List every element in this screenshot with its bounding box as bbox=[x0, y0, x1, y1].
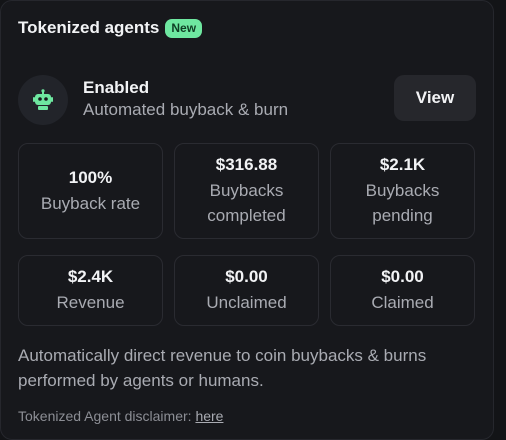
tokenized-agents-panel: Tokenized agents New Enabled Automated b… bbox=[0, 0, 494, 440]
robot-avatar bbox=[18, 75, 68, 125]
stat-label: Unclaimed bbox=[206, 293, 287, 312]
stat-card-revenue: $2.4K Revenue bbox=[18, 255, 163, 326]
robot-icon bbox=[33, 89, 53, 110]
stat-card-buybacks-completed: $316.88 Buybacks completed bbox=[174, 143, 319, 239]
agent-status-title: Enabled bbox=[83, 78, 150, 97]
agent-status-text: Enabled Automated buyback & burn bbox=[83, 77, 288, 121]
stat-card-buyback-rate: 100% Buyback rate bbox=[18, 143, 163, 239]
stat-value: $2.4K bbox=[67, 267, 114, 286]
stat-value: $0.00 bbox=[381, 267, 424, 286]
stat-label: Revenue bbox=[56, 293, 125, 312]
disclaimer: Tokenized Agent disclaimer: here bbox=[18, 407, 223, 425]
agent-status-row: Enabled Automated buyback & burn View bbox=[18, 75, 476, 125]
stat-value: $0.00 bbox=[225, 267, 268, 286]
stat-card-buybacks-pending: $2.1K Buybacks pending bbox=[330, 143, 475, 239]
disclaimer-link[interactable]: here bbox=[195, 408, 223, 424]
stat-value: 100% bbox=[68, 167, 113, 187]
stat-label: Claimed bbox=[371, 293, 434, 312]
panel-header: Tokenized agents New bbox=[18, 18, 203, 38]
stat-value: $316.88 bbox=[215, 155, 278, 174]
agent-status-subtitle: Automated buyback & burn bbox=[83, 100, 289, 119]
stat-label: Buybacks pending bbox=[365, 181, 440, 225]
stat-card-unclaimed: $0.00 Unclaimed bbox=[174, 255, 319, 326]
new-badge: New bbox=[165, 18, 203, 38]
stat-card-claimed: $0.00 Claimed bbox=[330, 255, 475, 326]
panel-title: Tokenized agents bbox=[18, 18, 160, 37]
stat-value: $2.1K bbox=[379, 155, 426, 174]
feature-description: Automatically direct revenue to coin buy… bbox=[18, 346, 427, 390]
view-button[interactable]: View bbox=[394, 75, 476, 121]
stat-label: Buyback rate bbox=[40, 193, 141, 213]
stat-label: Buybacks completed bbox=[207, 181, 286, 225]
disclaimer-text: Tokenized Agent disclaimer: bbox=[18, 408, 192, 424]
